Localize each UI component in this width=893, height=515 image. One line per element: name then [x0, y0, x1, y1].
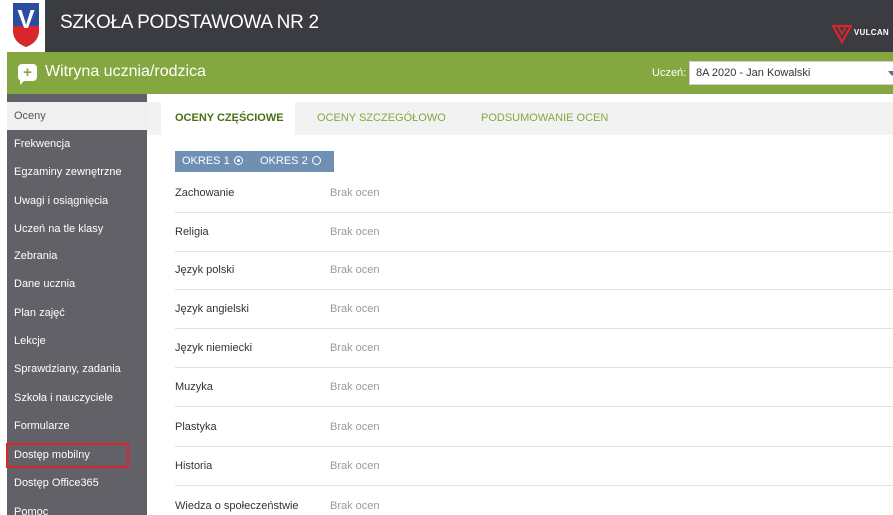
grade-value: Brak ocen — [330, 500, 380, 512]
shield-logo-icon: V — [13, 3, 39, 47]
period-2-option[interactable]: OKRES 2 — [260, 151, 321, 172]
sidebar-item-label: Uwagi i osiągnięcia — [14, 195, 109, 207]
radio-empty-icon — [311, 156, 321, 165]
sidebar-item-label: Zebrania — [14, 250, 58, 262]
sidebar-item-sprawdziany[interactable]: Sprawdziany, zadania — [7, 355, 147, 383]
sidebar-item-uwagi[interactable]: Uwagi i osiągnięcia — [7, 187, 147, 215]
top-header: V SZKOŁA PODSTAWOWA NR 2 VULCAN — [0, 0, 893, 52]
vulcan-brand: VULCAN — [853, 27, 889, 37]
portal-bar: + Witryna ucznia/rodzica Uczeń: 8A 2020 … — [7, 52, 893, 94]
sidebar-item-pomoc[interactable]: Pomoc — [7, 498, 147, 515]
grade-value: Brak ocen — [330, 187, 380, 199]
student-select-value: 8A 2020 - Jan Kowalski — [696, 67, 811, 79]
sidebar-item-zebrania[interactable]: Zebrania — [7, 242, 147, 270]
sidebar-item-label: Plan zajęć — [14, 307, 65, 319]
grade-row: Język polski Brak ocen — [175, 251, 893, 290]
subject-name: Plastyka — [175, 421, 217, 433]
period-selector: OKRES 1 OKRES 2 — [175, 151, 334, 172]
svg-text:V: V — [17, 4, 35, 34]
period-1-option[interactable]: OKRES 1 — [182, 151, 243, 172]
vulcan-logo: VULCAN — [831, 24, 889, 44]
grade-row: Język angielski Brak ocen — [175, 290, 893, 329]
grade-value: Brak ocen — [330, 421, 380, 433]
sidebar-item-formularze[interactable]: Formularze — [7, 412, 147, 440]
sidebar-item-oceny[interactable]: Oceny — [7, 102, 147, 130]
grade-value: Brak ocen — [330, 381, 380, 393]
sidebar-item-frekwencja[interactable]: Frekwencja — [7, 130, 147, 158]
sidebar-item-label: Pomoc — [14, 506, 49, 515]
sidebar-item-label: Sprawdziany, zadania — [14, 363, 121, 375]
radio-selected-icon — [233, 156, 243, 165]
grade-value: Brak ocen — [330, 460, 380, 472]
sidebar-item-label: Dane ucznia — [14, 278, 76, 290]
highlight-box — [6, 443, 129, 468]
school-name: SZKOŁA PODSTAWOWA NR 2 — [60, 12, 319, 33]
student-select[interactable]: 8A 2020 - Jan Kowalski — [689, 61, 893, 85]
subject-name: Zachowanie — [175, 187, 235, 199]
tabs-bar: OCENY CZĘŚCIOWE OCENY SZCZEGÓŁOWO PODSUM… — [147, 102, 893, 135]
chevron-down-icon — [888, 71, 893, 76]
sidebar-item-label: Frekwencja — [14, 138, 71, 150]
grade-row: Religia Brak ocen — [175, 213, 893, 252]
grade-value: Brak ocen — [330, 303, 380, 315]
plus-chat-icon: + — [18, 64, 37, 85]
grade-value: Brak ocen — [330, 342, 380, 354]
sidebar-item-label: Egzaminy zewnętrzne — [14, 166, 122, 178]
sidebar-item-plan-zajec[interactable]: Plan zajęć — [7, 299, 147, 327]
subject-name: Język niemiecki — [175, 342, 253, 354]
sidebar-item-label: Oceny — [14, 110, 46, 122]
school-logo: V — [7, 0, 45, 52]
left-gutter — [0, 0, 7, 515]
tab-podsumowanie-ocen[interactable]: PODSUMOWANIE OCEN — [481, 102, 608, 135]
tab-oceny-szczegolowo[interactable]: OCENY SZCZEGÓŁOWO — [317, 102, 446, 135]
vulcan-logo-icon — [831, 24, 852, 44]
subject-name: Wiedza o społeczeństwie — [175, 500, 299, 512]
subject-name: Język polski — [175, 264, 235, 276]
grade-row: Plastyka Brak ocen — [175, 408, 893, 447]
sidebar-item-uczen-na-tle-klasy[interactable]: Uczeń na tle klasy — [7, 215, 147, 243]
sidebar-item-label: Lekcje — [14, 335, 46, 347]
sidebar-item-dostep-office365[interactable]: Dostęp Office365 — [7, 469, 147, 497]
sidebar-item-egzaminy[interactable]: Egzaminy zewnętrzne — [7, 158, 147, 186]
sidebar-item-szkola[interactable]: Szkoła i nauczyciele — [7, 384, 147, 412]
sidebar-item-dane-ucznia[interactable]: Dane ucznia — [7, 270, 147, 298]
grade-value: Brak ocen — [330, 264, 380, 276]
grade-value: Brak ocen — [330, 226, 380, 238]
sidebar-item-label: Dostęp Office365 — [14, 477, 99, 489]
grade-row: Zachowanie Brak ocen — [175, 174, 893, 213]
sidebar-item-label: Formularze — [14, 420, 70, 432]
sidebar-item-lekcje[interactable]: Lekcje — [7, 327, 147, 355]
subject-name: Język angielski — [175, 303, 249, 315]
student-label: Uczeń: — [652, 67, 687, 79]
grade-row: Wiedza o społeczeństwie Brak ocen — [175, 487, 893, 515]
sidebar-item-label: Szkoła i nauczyciele — [14, 392, 114, 404]
grade-row: Historia Brak ocen — [175, 447, 893, 486]
subject-name: Historia — [175, 460, 213, 472]
portal-title: Witryna ucznia/rodzica — [45, 63, 206, 80]
grade-row: Muzyka Brak ocen — [175, 368, 893, 407]
subject-name: Religia — [175, 226, 209, 238]
grade-row: Język niemiecki Brak ocen — [175, 329, 893, 368]
sidebar-item-label: Uczeń na tle klasy — [14, 223, 104, 235]
tab-oceny-czesciowe[interactable]: OCENY CZĘŚCIOWE — [161, 102, 295, 135]
subject-name: Muzyka — [175, 381, 213, 393]
